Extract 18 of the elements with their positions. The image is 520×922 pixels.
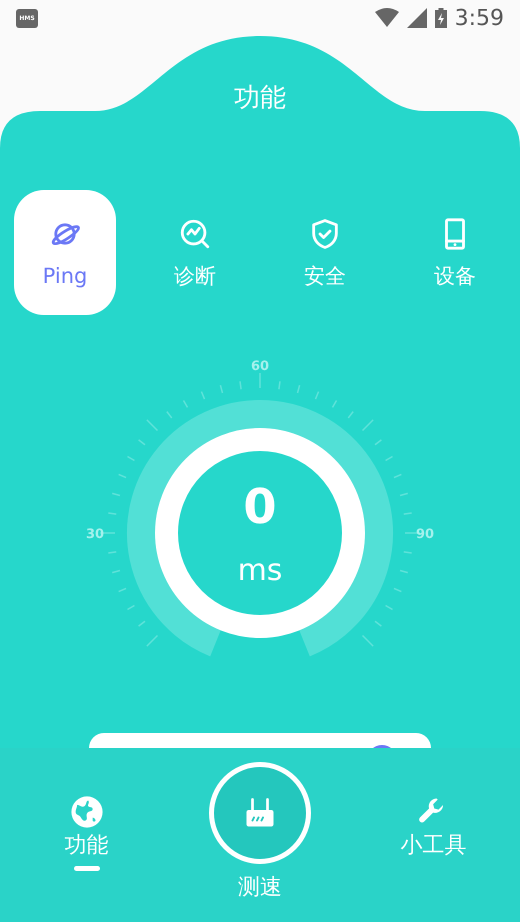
category-tab[interactable]: Ping bbox=[14, 190, 116, 315]
battery-icon bbox=[434, 8, 447, 28]
category-tab[interactable]: 安全 bbox=[274, 190, 376, 315]
nav-tab[interactable]: 小工具 bbox=[400, 748, 466, 871]
unit-label: ms bbox=[238, 553, 282, 588]
scale-label: 30 bbox=[86, 527, 104, 542]
signal-icon bbox=[406, 8, 427, 28]
category-tab[interactable]: 设备 bbox=[404, 190, 506, 315]
ping-value: 0 bbox=[243, 479, 277, 535]
speed-test-button[interactable]: 测速 bbox=[173, 748, 347, 902]
wifi-icon bbox=[374, 8, 399, 28]
nav-tab[interactable]: 功能 bbox=[64, 748, 109, 871]
globe-icon bbox=[70, 795, 104, 829]
category-tab[interactable]: 诊断 bbox=[144, 190, 246, 315]
scale-label: 60 bbox=[250, 359, 270, 374]
scale-label: 90 bbox=[416, 527, 434, 542]
clock: 3:59 bbox=[454, 4, 504, 32]
page-title: 功能 bbox=[234, 82, 286, 115]
